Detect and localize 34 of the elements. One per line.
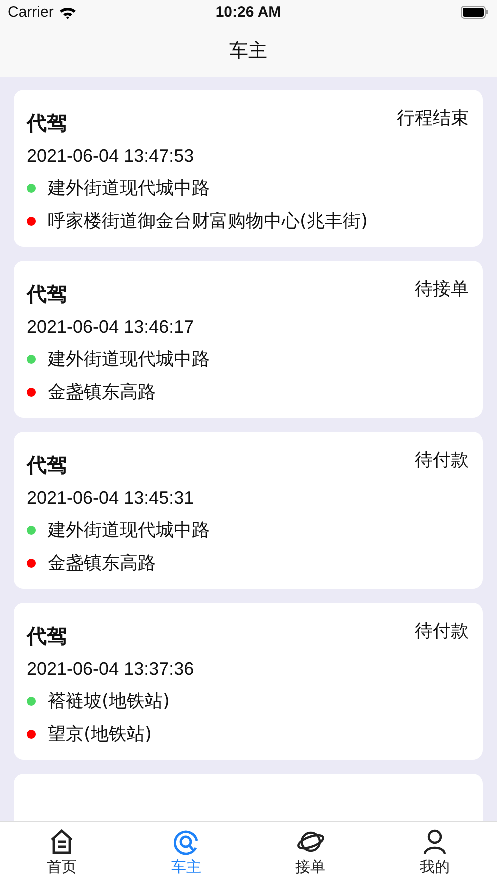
address-text: 褡裢坡(地铁站)	[48, 690, 170, 713]
tab-item[interactable]: 车主	[124, 822, 248, 883]
order-type: 代驾	[27, 281, 67, 308]
carrier-name: Carrier	[8, 4, 54, 21]
order-time: 2021-06-04 13:45:31	[27, 488, 196, 509]
address-text: 呼家楼街道御金台财富购物中心(兆丰街)	[48, 210, 368, 233]
order-card[interactable]: 代驾 待付款 2021-06-04 13:45:31 建外街道现代城中路 金盏镇东高路	[14, 432, 483, 589]
address-text: 建外街道现代城中路	[48, 348, 210, 371]
order-status: 待接单	[415, 278, 469, 301]
order-time: 2021-06-04 13:46:17	[27, 317, 196, 338]
steering-target-icon	[172, 828, 200, 856]
address-text: 金盏镇东高路	[48, 552, 156, 575]
wifi-icon	[58, 6, 77, 20]
order-card[interactable]: 代驾 行程结束 2021-06-04 13:47:53 建外街道现代城中路 呼家楼街道御金台财富购物中心(兆丰街)	[14, 90, 483, 247]
tab-item[interactable]: 我的	[372, 822, 497, 883]
order-card[interactable]: 代驾 待接单 2021-06-04 13:46:17 建外街道现代城中路 金盏镇东高路	[14, 261, 483, 418]
tab-item[interactable]: 接单	[248, 822, 373, 883]
order-status: 待付款	[415, 620, 469, 643]
tab-item[interactable]: 首页	[0, 822, 124, 883]
order-type: 代驾	[27, 623, 67, 650]
address-text: 望京(地铁站)	[48, 723, 152, 746]
battery-icon	[461, 6, 489, 19]
order-card[interactable]: 代驾 待付款 2021-06-04 13:37:36 褡裢坡(地铁站) 望京(地铁站)	[14, 603, 483, 760]
order-time: 2021-06-04 13:37:36	[27, 659, 196, 680]
address-text: 建外街道现代城中路	[48, 177, 210, 200]
page-title: 车主	[230, 39, 268, 64]
address-text: 建外街道现代城中路	[48, 519, 210, 542]
order-type: 代驾	[27, 452, 67, 479]
order-status: 行程结束	[397, 107, 469, 130]
order-time: 2021-06-04 13:47:53	[27, 146, 196, 167]
order-type: 代驾	[27, 110, 67, 137]
order-status: 待付款	[415, 449, 469, 472]
clock-time: 10:26 AM	[216, 4, 282, 21]
address-text: 金盏镇东高路	[48, 381, 156, 404]
